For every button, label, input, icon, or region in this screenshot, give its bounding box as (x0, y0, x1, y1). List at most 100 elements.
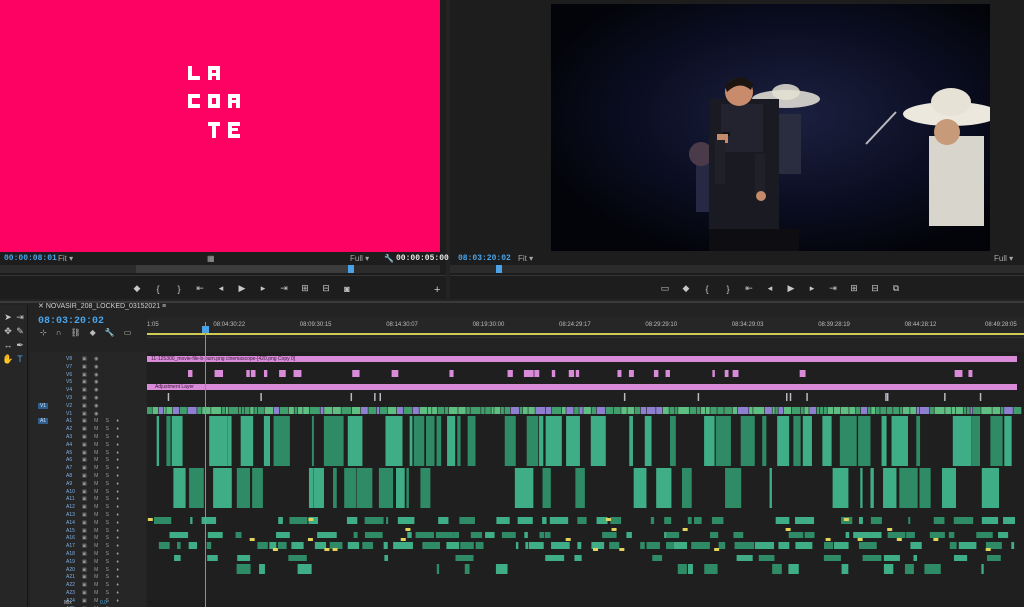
audio-clip-a7-a12[interactable] (919, 468, 931, 508)
audio-clip-a16[interactable] (998, 532, 1009, 538)
audio-clip-a7-a12[interactable] (356, 468, 373, 508)
v1-clip[interactable] (675, 407, 678, 414)
v1-clip[interactable] (294, 407, 298, 414)
v1-clip[interactable] (717, 407, 724, 414)
snap-icon[interactable]: ∩ (56, 328, 62, 337)
source-video-frame[interactable] (0, 0, 440, 252)
v1-clip[interactable] (583, 407, 591, 414)
track-header-row[interactable]: V6 ▣ ◉ (30, 372, 146, 379)
audio-clip-a7-a12[interactable] (860, 468, 863, 508)
track-header-row[interactable]: A17 ▣ M S ♦ (30, 543, 146, 550)
audio-clip-a13[interactable] (549, 517, 569, 524)
track-header-row[interactable]: A21 ▣ M S ♦ (30, 574, 146, 581)
audio-clip-a18[interactable] (718, 542, 726, 549)
audio-keyframe-marker[interactable] (857, 538, 863, 541)
audio-clip-a7-a12[interactable] (656, 468, 672, 508)
audio-keyframe-marker[interactable] (825, 538, 831, 541)
audio-clip-a18[interactable] (277, 542, 287, 549)
v1-clip[interactable] (197, 407, 202, 414)
v1-clip[interactable] (320, 407, 324, 414)
v5-clip[interactable] (350, 393, 353, 401)
audio-clip-a13[interactable] (459, 517, 475, 524)
audio-keyframe-marker[interactable] (611, 528, 617, 531)
audio-clip-a1-a6[interactable] (457, 416, 461, 466)
v1-clip[interactable] (273, 407, 280, 414)
v1-clip[interactable] (225, 407, 228, 414)
v1-clip[interactable] (1013, 407, 1022, 414)
v1-clip[interactable] (627, 407, 635, 414)
audio-clip-a16[interactable] (709, 532, 719, 538)
audio-clip-a1-a6[interactable] (209, 416, 228, 466)
audio-keyframe-marker[interactable] (308, 518, 314, 521)
go-to-out-icon[interactable]: ⇥ (828, 283, 838, 294)
track-header-row[interactable]: A5 ▣ M S ♦ (30, 450, 146, 457)
audio-clip-a18[interactable] (291, 542, 304, 549)
program-fit-dropdown[interactable]: Fit ▾ (518, 254, 533, 263)
audio-clip-a20[interactable] (174, 555, 181, 561)
audio-clip-a1-a6[interactable] (566, 416, 580, 466)
add-button-icon[interactable]: + (434, 284, 440, 296)
audio-clip-a18[interactable] (460, 542, 474, 549)
v1-clip[interactable] (981, 407, 992, 414)
v1-clip[interactable] (804, 407, 809, 414)
v1-clip[interactable] (396, 407, 403, 414)
audio-clip-a13[interactable] (953, 517, 974, 524)
step-back-icon[interactable]: ◂ (216, 283, 226, 294)
audio-keyframe-marker[interactable] (593, 548, 599, 551)
v1-clip[interactable] (764, 407, 772, 414)
source-scrub-bar[interactable] (0, 265, 440, 273)
v1-clip[interactable] (403, 407, 413, 414)
audio-keyframe-marker[interactable] (682, 528, 688, 531)
track-header-row[interactable]: A12 ▣ M S ♦ (30, 504, 146, 511)
audio-clip-a1-a6[interactable] (156, 416, 160, 466)
audio-clip-a1-a6[interactable] (413, 416, 425, 466)
go-to-in-icon[interactable]: ⇤ (195, 283, 205, 294)
v1-clip[interactable] (820, 407, 824, 414)
v1-clip[interactable] (800, 407, 804, 414)
v1-clip[interactable] (899, 407, 903, 414)
v1-clip[interactable] (428, 407, 432, 414)
v1-clip[interactable] (823, 407, 827, 414)
v1-clip[interactable] (412, 407, 419, 414)
program-playhead-marker[interactable] (496, 265, 502, 273)
track-mute-icon[interactable]: ▣ M S ♦ (82, 535, 122, 541)
audio-clip-a13[interactable] (201, 517, 217, 524)
audio-clip-a22[interactable] (259, 564, 265, 574)
audio-clip-a22[interactable] (904, 564, 914, 574)
audio-clip-a13[interactable] (386, 517, 389, 524)
v1-clip[interactable] (724, 407, 732, 414)
audio-clip-a18[interactable] (446, 542, 460, 549)
audio-keyframe-marker[interactable] (785, 528, 791, 531)
v1-clip[interactable] (705, 407, 710, 414)
v7-clip[interactable] (954, 370, 963, 377)
audio-clip-a13[interactable] (397, 517, 415, 524)
track-mute-icon[interactable]: ▣ M S ♦ (82, 481, 122, 487)
v5-clip[interactable] (786, 393, 788, 401)
audio-keyframe-marker[interactable] (307, 538, 313, 541)
audio-clip-a13[interactable] (190, 517, 193, 524)
v7-clip[interactable] (534, 370, 540, 377)
compare-icon[interactable]: ⧉ (891, 283, 901, 294)
v1-clip[interactable] (856, 407, 861, 414)
v1-clip[interactable] (966, 407, 970, 414)
v1-clip[interactable] (470, 407, 481, 414)
audio-clip-a7-a12[interactable] (542, 468, 551, 508)
audio-clip-a18[interactable] (362, 542, 374, 549)
v1-clip[interactable] (535, 407, 546, 414)
audio-clip-a7-a12[interactable] (173, 468, 186, 508)
v1-clip[interactable] (613, 407, 621, 414)
track-header-row[interactable]: A19 ▣ M S ♦ (30, 559, 146, 566)
v1-clip[interactable] (387, 407, 397, 414)
track-mute-icon[interactable]: ▣ M S ♦ (82, 567, 122, 573)
audio-clip-a7-a12[interactable] (406, 468, 409, 508)
v1-clip[interactable] (963, 407, 967, 414)
audio-clip-a1-a6[interactable] (385, 416, 403, 466)
v1-clip[interactable] (179, 407, 187, 414)
track-visibility-icon[interactable]: ▣ ◉ (82, 395, 101, 401)
audio-clip-a18[interactable] (525, 542, 529, 549)
audio-clip-a1-a6[interactable] (263, 416, 271, 466)
v1-clip[interactable] (545, 407, 552, 414)
v1-clip[interactable] (840, 407, 849, 414)
v1-clip[interactable] (849, 407, 856, 414)
audio-clip-a13[interactable] (596, 517, 608, 524)
